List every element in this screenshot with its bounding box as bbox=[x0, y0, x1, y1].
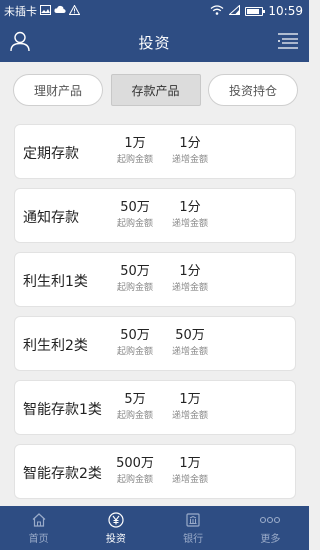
cloud-icon bbox=[54, 5, 66, 17]
min-amount-value: 5万 bbox=[124, 392, 146, 407]
step-amount-value: 1分 bbox=[179, 136, 201, 151]
nav-home[interactable]: 首页 bbox=[0, 506, 77, 550]
step-amount-label: 递增金额 bbox=[171, 283, 208, 293]
bank-icon bbox=[186, 512, 200, 527]
battery-icon bbox=[245, 6, 266, 16]
step-amount-label: 递增金额 bbox=[171, 155, 208, 165]
image-icon bbox=[40, 4, 51, 18]
tab-deposit-products[interactable]: 存款产品 bbox=[110, 74, 201, 106]
product-tabs: 理财产品 存款产品 投资持仓 bbox=[13, 74, 298, 108]
nav-invest-label: 投资 bbox=[105, 533, 126, 545]
min-amount: 50万 起购金额 bbox=[105, 264, 165, 294]
product-name: 利生利2类 bbox=[23, 338, 88, 354]
step-amount: 1万 递增金额 bbox=[160, 456, 220, 486]
product-card[interactable]: 智能存款1类 5万 起购金额 1万 递增金额 bbox=[14, 380, 296, 435]
more-icon bbox=[260, 516, 281, 523]
step-amount: 1分 递增金额 bbox=[160, 200, 220, 230]
step-amount-value: 1分 bbox=[179, 264, 201, 279]
step-amount-value: 1分 bbox=[179, 200, 201, 215]
signal-icon bbox=[228, 3, 241, 18]
nav-bank-label: 银行 bbox=[183, 533, 204, 545]
header: 投资 bbox=[0, 22, 309, 62]
nav-bank[interactable]: 银行 bbox=[155, 506, 232, 550]
min-amount: 5万 起购金额 bbox=[105, 392, 165, 422]
step-amount-label: 递增金额 bbox=[171, 475, 208, 485]
product-card[interactable]: 利生利1类 50万 起购金额 1分 递增金额 bbox=[14, 252, 296, 307]
min-amount: 50万 起购金额 bbox=[105, 200, 165, 230]
min-amount: 500万 起购金额 bbox=[105, 456, 165, 486]
product-card[interactable]: 通知存款 50万 起购金额 1分 递增金额 bbox=[14, 188, 296, 243]
step-amount-label: 递增金额 bbox=[171, 347, 208, 357]
yen-icon bbox=[108, 511, 124, 528]
product-name: 智能存款1类 bbox=[23, 402, 102, 418]
bottom-nav: 首页 投资 银行 更多 bbox=[0, 506, 309, 550]
product-list: 定期存款 1万 起购金额 1分 递增金额 通知存款 50万 起购金额 1分 递增… bbox=[14, 124, 296, 508]
min-amount-value: 500万 bbox=[116, 456, 154, 471]
step-amount-value: 50万 bbox=[175, 328, 205, 343]
min-amount: 1万 起购金额 bbox=[105, 136, 165, 166]
nav-home-label: 首页 bbox=[28, 533, 49, 545]
min-amount-label: 起购金额 bbox=[116, 219, 153, 229]
tab-holdings[interactable]: 投资持仓 bbox=[208, 74, 298, 106]
step-amount: 1分 递增金额 bbox=[160, 264, 220, 294]
min-amount-value: 50万 bbox=[120, 200, 150, 215]
product-card[interactable]: 智能存款2类 500万 起购金额 1万 递增金额 bbox=[14, 444, 296, 499]
step-amount: 1万 递增金额 bbox=[160, 392, 220, 422]
product-name: 定期存款 bbox=[23, 146, 79, 162]
page-title: 投资 bbox=[138, 33, 171, 52]
status-bar: 未插卡 10:59 bbox=[0, 0, 309, 22]
carrier-label: 未插卡 bbox=[4, 5, 37, 18]
nav-more[interactable]: 更多 bbox=[232, 506, 309, 550]
home-icon bbox=[32, 512, 46, 527]
user-icon[interactable] bbox=[9, 30, 31, 52]
nav-invest[interactable]: 投资 bbox=[77, 506, 154, 550]
clock: 10:59 bbox=[268, 4, 303, 18]
min-amount-value: 1万 bbox=[124, 136, 146, 151]
min-amount-value: 50万 bbox=[120, 264, 150, 279]
product-name: 智能存款2类 bbox=[23, 466, 102, 482]
min-amount: 50万 起购金额 bbox=[105, 328, 165, 358]
min-amount-label: 起购金额 bbox=[116, 411, 153, 421]
step-amount-label: 递增金额 bbox=[171, 219, 208, 229]
min-amount-label: 起购金额 bbox=[116, 475, 153, 485]
min-amount-label: 起购金额 bbox=[116, 347, 153, 357]
tab-wealth-products[interactable]: 理财产品 bbox=[13, 74, 103, 106]
step-amount-value: 1万 bbox=[179, 392, 201, 407]
product-name: 利生利1类 bbox=[23, 274, 88, 290]
warning-icon bbox=[68, 3, 81, 18]
product-name: 通知存款 bbox=[23, 210, 79, 226]
step-amount-value: 1万 bbox=[179, 456, 201, 471]
product-card[interactable]: 利生利2类 50万 起购金额 50万 递增金额 bbox=[14, 316, 296, 371]
min-amount-label: 起购金额 bbox=[116, 283, 153, 293]
min-amount-label: 起购金额 bbox=[116, 155, 153, 165]
min-amount-value: 50万 bbox=[120, 328, 150, 343]
battery-level bbox=[247, 8, 260, 14]
step-amount: 1分 递增金额 bbox=[160, 136, 220, 166]
menu-list-icon[interactable] bbox=[277, 32, 299, 50]
nav-more-label: 更多 bbox=[260, 533, 281, 545]
product-card[interactable]: 定期存款 1万 起购金额 1分 递增金额 bbox=[14, 124, 296, 179]
wifi-icon bbox=[210, 4, 224, 18]
step-amount-label: 递增金额 bbox=[171, 411, 208, 421]
step-amount: 50万 递增金额 bbox=[160, 328, 220, 358]
